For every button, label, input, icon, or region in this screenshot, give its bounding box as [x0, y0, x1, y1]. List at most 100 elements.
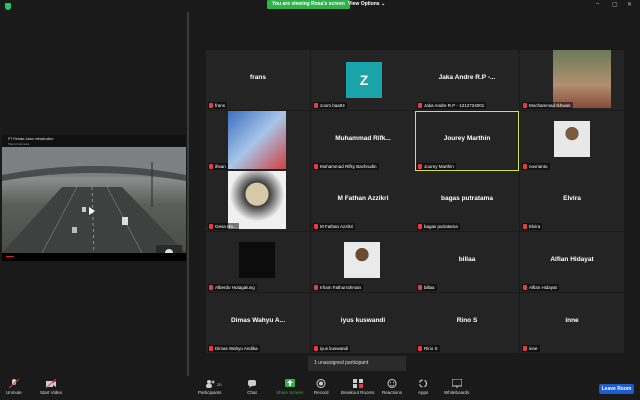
- meeting-toolbar: Unmute Start Video Participants 20 Chat …: [0, 376, 640, 400]
- start-video-button[interactable]: Start Video: [40, 379, 62, 395]
- participant-display-name: M Fathan Azzikri: [337, 195, 389, 202]
- mic-muted-icon: [523, 103, 527, 109]
- participant-tile[interactable]: Rino S Rino S: [415, 293, 519, 353]
- maximize-icon[interactable]: ▢: [612, 1, 618, 8]
- viewing-screen-banner: You are viewing Rosa's screen: [267, 0, 350, 9]
- participant-video-photo: [239, 242, 275, 278]
- share-screen-button[interactable]: Share Screen: [276, 379, 304, 395]
- participant-name-label: Alfian Hidayat: [522, 284, 559, 291]
- participant-tile[interactable]: billaa billaa: [415, 232, 519, 292]
- participant-label-text: Mochammad Ikhwan: [529, 103, 571, 108]
- participant-name-label: ihsan: [208, 163, 228, 170]
- mic-muted-icon: [209, 164, 213, 170]
- mic-muted-icon: [209, 103, 213, 109]
- highway-scene-drawing: [2, 147, 186, 253]
- unmute-button[interactable]: Unmute: [6, 379, 22, 395]
- participant-tile[interactable]: Alfian Hidayat Alfian Hidayat: [520, 232, 624, 292]
- participant-tile[interactable]: Muhammad Rifk... Muhammad Rifky Bachrudin: [311, 111, 415, 171]
- whiteboards-button[interactable]: Whiteboards: [444, 379, 469, 395]
- shared-video-player[interactable]: PT Rekata Jalan Infrastruktur Plaza Indo…: [2, 135, 186, 261]
- mic-muted-icon: [209, 285, 213, 291]
- breakout-rooms-label: Breakout Rooms: [341, 390, 375, 395]
- participant-name-label: billaa: [417, 284, 437, 291]
- participant-display-name: inne: [565, 317, 579, 324]
- breakout-rooms-button[interactable]: Breakout Rooms: [341, 379, 375, 395]
- avatar: Z: [346, 62, 382, 98]
- whiteboards-label: Whiteboards: [444, 390, 470, 395]
- video-controls-bar[interactable]: [2, 253, 186, 261]
- leave-room-button[interactable]: Leave Room: [599, 384, 634, 394]
- participant-tile[interactable]: bagas putratama bagas putratama: [415, 171, 519, 231]
- start-video-label: Start Video: [40, 390, 63, 395]
- participant-video-photo: [344, 242, 380, 278]
- minimize-icon[interactable]: –: [596, 1, 599, 7]
- participant-video-photo: [553, 50, 611, 108]
- participant-name-label: Elvira: [522, 223, 543, 230]
- participant-name-label: Rino S: [417, 345, 440, 352]
- participant-name-label: Jaka Andre R.P - 1212724001: [417, 102, 487, 109]
- view-options-button[interactable]: View Options ⌄: [348, 1, 385, 8]
- participant-label-text: Jaka Andre R.P - 1212724001: [424, 103, 485, 108]
- participants-label: Participants: [198, 390, 222, 395]
- progress-bar[interactable]: [6, 256, 14, 257]
- participant-display-name: Alfian Hidayat: [550, 256, 594, 263]
- mic-muted-icon: [209, 346, 213, 352]
- self-view-thumbnail: [156, 245, 182, 253]
- participant-tile[interactable]: ihsan: [206, 111, 310, 171]
- participant-name-label: Jourey Marthin: [417, 163, 456, 170]
- reactions-icon: [387, 379, 397, 388]
- participant-tile[interactable]: Mochammad Ikhwan: [520, 50, 624, 110]
- participant-name-label: frans: [208, 102, 228, 109]
- share-screen-icon: [284, 379, 295, 387]
- participant-label-text: Muhammad Rifky Bachrudin: [320, 164, 377, 169]
- participant-name-label: inne: [522, 345, 540, 352]
- participant-label-text: Rino S: [424, 346, 438, 351]
- security-shield-icon[interactable]: [5, 3, 11, 10]
- participant-display-name: Rino S: [456, 317, 478, 324]
- participant-label-text: frans: [215, 103, 226, 108]
- share-screen-label: Share Screen: [276, 390, 304, 395]
- participant-tile[interactable]: frans frans: [206, 50, 310, 110]
- chevron-down-icon: ⌄: [380, 1, 386, 7]
- participant-label-text: Irham Fathurrahman: [320, 285, 362, 290]
- participant-tile[interactable]: Jourey Marthin Jourey Marthin: [415, 111, 519, 171]
- top-bar: You are viewing Rosa's screen View Optio…: [0, 0, 640, 12]
- mic-muted-icon: [418, 285, 422, 291]
- chat-button[interactable]: Chat: [247, 379, 257, 395]
- participant-tile[interactable]: iyus kuswandi iyus kuswandi: [311, 293, 415, 353]
- reactions-button[interactable]: Reactions: [382, 379, 402, 395]
- participants-icon: [205, 380, 215, 388]
- participant-tile[interactable]: Dimas Wahyu A... Dimas Wahyu Andika: [206, 293, 310, 353]
- participant-label-text: Dimas Wahyu Andika: [215, 346, 258, 351]
- participant-name-label: Gesa Ha...: [208, 223, 239, 230]
- close-icon[interactable]: ✕: [627, 1, 632, 8]
- participant-tile[interactable]: Elvira Elvira: [520, 171, 624, 231]
- video-title: PT Rekata Jalan Infrastruktur: [8, 137, 54, 141]
- video-channel: Plaza Indonesia: [8, 142, 30, 146]
- participant-video-photo: [228, 111, 286, 169]
- participant-tile[interactable]: novrianto: [520, 111, 624, 171]
- play-icon[interactable]: [89, 207, 95, 215]
- participant-label-text: novrianto: [529, 164, 548, 169]
- participant-name-label: zoom baa04: [313, 102, 347, 109]
- participant-display-name: Jourey Marthin: [443, 135, 491, 142]
- participant-display-name: bagas putratama: [440, 195, 494, 202]
- participant-label-text: Jourey Marthin: [424, 164, 454, 169]
- participant-tile[interactable]: Alberdo Hutagalung: [206, 232, 310, 292]
- unmute-label: Unmute: [6, 390, 22, 395]
- participant-tile[interactable]: Jaka Andre R.P -... Jaka Andre R.P - 1212…: [415, 50, 519, 110]
- participant-tile[interactable]: Gesa Ha...: [206, 171, 310, 231]
- participant-label-text: billaa: [424, 285, 435, 290]
- mic-muted-icon: [523, 224, 527, 230]
- unassigned-participant-notice[interactable]: 1 unassigned participant: [308, 356, 406, 371]
- mic-muted-icon: [314, 164, 318, 170]
- participant-tile[interactable]: M Fathan Azzikri M Fathan Azzikri: [311, 171, 415, 231]
- record-button[interactable]: Record: [314, 379, 329, 395]
- participant-display-name: Elvira: [563, 195, 581, 202]
- participant-tile[interactable]: Zzoom baa04: [311, 50, 415, 110]
- apps-button[interactable]: Apps: [418, 379, 428, 395]
- participant-tile[interactable]: inne inne: [520, 293, 624, 353]
- participant-name-label: Irham Fathurrahman: [313, 284, 364, 291]
- participant-label-text: Alberdo Hutagalung: [215, 285, 255, 290]
- participant-tile[interactable]: Irham Fathurrahman: [311, 232, 415, 292]
